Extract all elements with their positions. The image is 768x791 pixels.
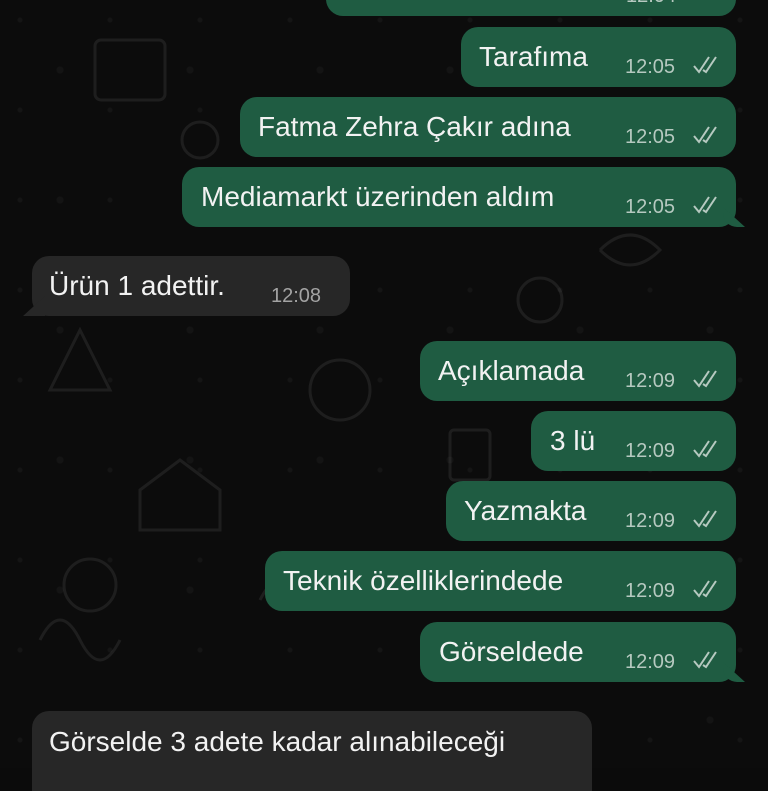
message-text: Yazmakta xyxy=(464,495,587,526)
message-bubble-outgoing[interactable]: Görseldede 12:09 xyxy=(420,622,745,682)
message-time: 12:09 xyxy=(625,440,676,462)
message-text: Mediamarkt üzerinden aldım xyxy=(201,181,555,212)
double-check-icon xyxy=(693,510,717,528)
message-bubble-outgoing[interactable]: Açıklamada 12:09 xyxy=(420,341,736,401)
message-time: 12:09 xyxy=(625,510,676,532)
message-text: Tarafıma xyxy=(479,41,588,72)
double-check-icon xyxy=(693,370,717,388)
message-text: Görseldede xyxy=(439,636,584,667)
double-check-icon xyxy=(693,580,717,598)
message-text: Açıklamada xyxy=(438,355,585,386)
message-bubble-incoming[interactable]: Ürün 1 adettir. 12:08 xyxy=(23,256,350,316)
message-time: 12:09 xyxy=(625,370,676,392)
message-bubble-outgoing[interactable]: Yazmakta 12:09 xyxy=(446,481,736,541)
message-bubble-outgoing[interactable]: Fatma Zehra Çakır adına 12:05 xyxy=(240,97,736,157)
message-bubble-outgoing[interactable]: Tarafıma 12:05 xyxy=(461,27,736,87)
double-check-icon xyxy=(693,651,717,669)
message-time: 12:09 xyxy=(625,580,676,602)
message-bubble-outgoing[interactable]: Mediamarkt üzerinden aldım 12:05 xyxy=(182,167,745,227)
message-text: Teknik özelliklerindede xyxy=(283,565,564,596)
message-text: 3 lü xyxy=(550,425,596,456)
message-time: 12:05 xyxy=(625,56,676,78)
message-text: Görselde 3 adete kadar alınabileceği xyxy=(49,726,506,757)
message-bubble-outgoing[interactable]: 3 lü 12:09 xyxy=(531,411,736,471)
message-text: Ürün 1 adettir. xyxy=(49,270,225,301)
double-check-icon xyxy=(693,196,717,214)
message-time: 12:04 xyxy=(626,0,676,8)
message-time: 12:09 xyxy=(625,651,676,673)
message-bubble-partial[interactable]: 12:04 xyxy=(326,0,736,16)
message-text: Fatma Zehra Çakır adına xyxy=(258,111,571,142)
message-time: 12:08 xyxy=(271,285,322,307)
message-bubble-outgoing[interactable]: Teknik özelliklerindede 12:09 xyxy=(265,551,736,611)
double-check-icon xyxy=(693,56,717,74)
message-time: 12:05 xyxy=(625,196,676,218)
double-check-icon xyxy=(693,440,717,458)
message-bubble-incoming[interactable]: Görselde 3 adete kadar alınabileceği xyxy=(32,711,592,791)
message-time: 12:05 xyxy=(625,126,676,148)
double-check-icon xyxy=(693,126,717,144)
